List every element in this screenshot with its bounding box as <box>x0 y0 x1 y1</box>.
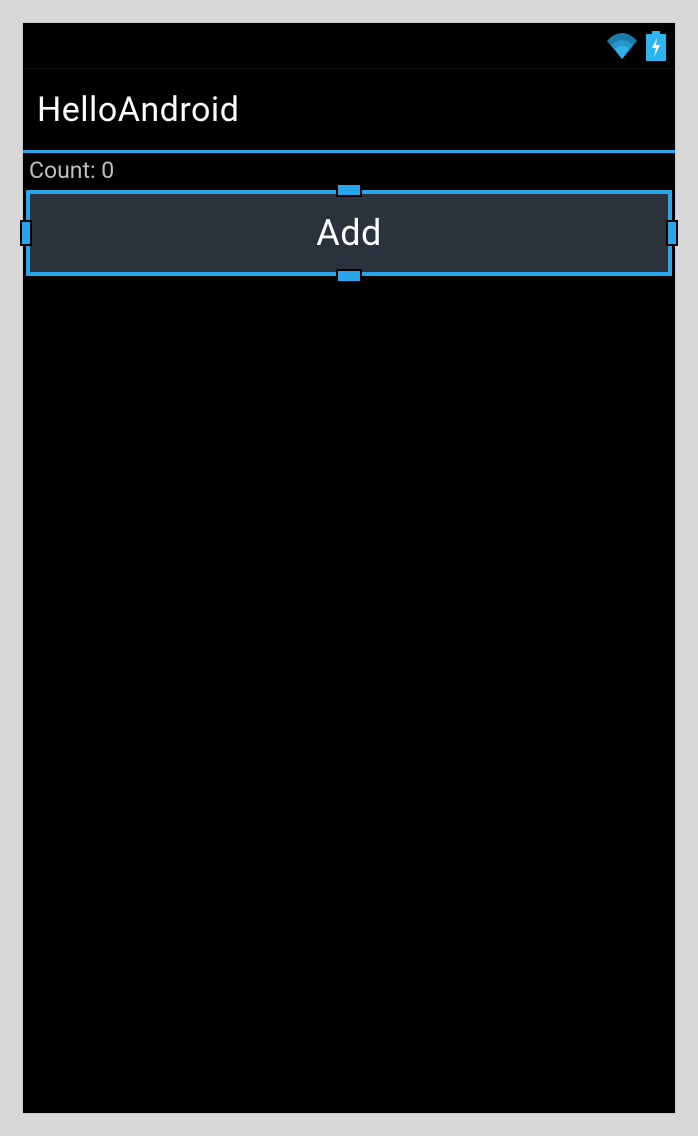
action-bar: HelloAndroid <box>23 69 675 153</box>
device-frame: HelloAndroid Count: 0 Add <box>22 22 676 1114</box>
selection-handle-top[interactable] <box>336 183 362 197</box>
selection-handle-bottom[interactable] <box>336 269 362 283</box>
add-button[interactable]: Add <box>26 190 672 276</box>
battery-charging-icon <box>645 31 667 61</box>
selected-element-wrap: Add <box>26 190 672 276</box>
selection-handle-left[interactable] <box>20 220 32 246</box>
app-title: HelloAndroid <box>37 90 239 130</box>
selection-handle-right[interactable] <box>666 220 678 246</box>
wifi-icon <box>605 33 639 59</box>
status-bar <box>23 23 675 69</box>
add-button-label: Add <box>316 212 382 254</box>
content-area: Count: 0 Add <box>23 153 675 1113</box>
